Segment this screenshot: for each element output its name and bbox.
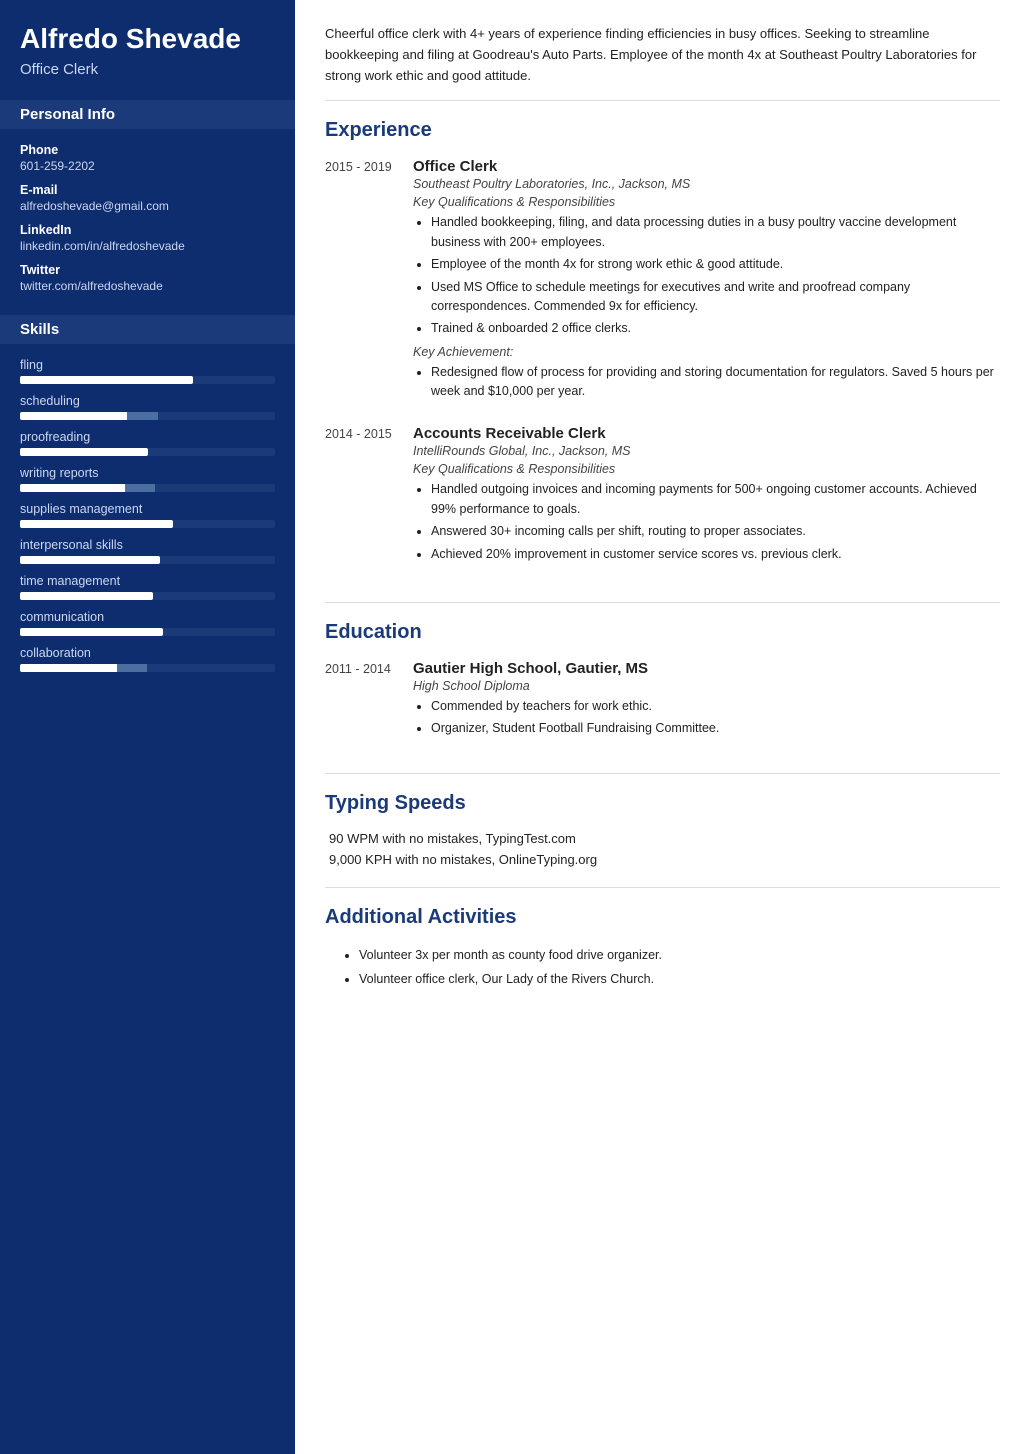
exp-job-title: Office Clerk: [413, 158, 1000, 175]
skill-bar-bg: [20, 448, 275, 456]
skill-name: scheduling: [20, 394, 275, 408]
resume-container: Alfredo Shevade Office Clerk Personal In…: [0, 0, 1030, 1454]
exp-bullets: Handled bookkeeping, filing, and data pr…: [413, 213, 1000, 338]
summary: Cheerful office clerk with 4+ years of e…: [325, 24, 1000, 101]
linkedin-label: LinkedIn: [20, 223, 275, 237]
exp-qualifications-label: Key Qualifications & Responsibilities: [413, 195, 1000, 209]
skill-bar-bg: [20, 412, 275, 420]
exp-content: Office Clerk Southeast Poultry Laboratori…: [413, 158, 1000, 407]
skill-bar-bg: [20, 592, 275, 600]
twitter-value: twitter.com/alfredoshevade: [20, 279, 275, 293]
list-item: Handled outgoing invoices and incoming p…: [431, 480, 1000, 519]
edu-degree: High School Diploma: [413, 679, 1000, 693]
experience-entry: 2014 - 2015 Accounts Receivable Clerk Inte…: [325, 425, 1000, 570]
education-entry: 2011 - 2014 Gautier High School, Gautier,…: [325, 660, 1000, 745]
exp-qualifications-label: Key Qualifications & Responsibilities: [413, 462, 1000, 476]
additional-list: Volunteer 3x per month as county food dr…: [325, 945, 1000, 989]
typing-item: 90 WPM with no mistakes, TypingTest.com: [325, 831, 1000, 846]
skills-list: fling scheduling proofreading writing repor…: [20, 358, 275, 672]
edu-bullets: Commended by teachers for work ethic. Org…: [413, 697, 1000, 739]
skill-bar-fill: [20, 376, 193, 384]
edu-dates: 2011 - 2014: [325, 660, 395, 745]
email-value: alfredoshevade@gmail.com: [20, 199, 275, 213]
additional-section: Additional Activities Volunteer 3x per m…: [325, 906, 1000, 1007]
list-item: Handled bookkeeping, filing, and data pr…: [431, 213, 1000, 252]
list-item: Trained & onboarded 2 office clerks.: [431, 319, 1000, 338]
linkedin-value: linkedin.com/in/alfredoshevade: [20, 239, 275, 253]
skills-section: Skills flingschedulingproofreadingwritin…: [20, 315, 275, 672]
experience-list: 2015 - 2019 Office Clerk Southeast Poultry…: [325, 158, 1000, 570]
exp-job-title: Accounts Receivable Clerk: [413, 425, 1000, 442]
skill-name: writing reports: [20, 466, 275, 480]
list-item: Answered 30+ incoming calls per shift, r…: [431, 522, 1000, 541]
list-item: Employee of the month 4x for strong work…: [431, 255, 1000, 274]
skill-bar-bg: [20, 376, 275, 384]
skill-bar-bg: [20, 484, 275, 492]
skill-bar-bg: [20, 520, 275, 528]
sidebar: Alfredo Shevade Office Clerk Personal In…: [0, 0, 295, 1454]
candidate-name: Alfredo Shevade: [20, 24, 275, 55]
skill-name: fling: [20, 358, 275, 372]
experience-section: Experience 2015 - 2019 Office Clerk Southe…: [325, 119, 1000, 603]
additional-title: Additional Activities: [325, 906, 1000, 931]
list-item: Organizer, Student Football Fundraising …: [431, 719, 1000, 738]
candidate-title: Office Clerk: [20, 61, 275, 78]
list-item: Volunteer office clerk, Our Lady of the …: [359, 969, 1000, 989]
skill-bar-bg: [20, 664, 275, 672]
email-label: E-mail: [20, 183, 275, 197]
experience-title: Experience: [325, 119, 1000, 144]
typing-item: 9,000 KPH with no mistakes, OnlineTyping…: [325, 852, 1000, 867]
education-list: 2011 - 2014 Gautier High School, Gautier,…: [325, 660, 1000, 745]
main-content: Cheerful office clerk with 4+ years of e…: [295, 0, 1030, 1454]
typing-list: 90 WPM with no mistakes, TypingTest.com 9…: [325, 831, 1000, 867]
exp-company: Southeast Poultry Laboratories, Inc., Ja…: [413, 177, 1000, 191]
skill-bar-fill: [20, 628, 163, 636]
skill-bar-fill: [20, 556, 160, 564]
exp-content: Accounts Receivable Clerk IntelliRounds G…: [413, 425, 1000, 570]
skill-name: proofreading: [20, 430, 275, 444]
personal-info-header: Personal Info: [0, 100, 295, 129]
skill-name: supplies management: [20, 502, 275, 516]
list-item: Redesigned flow of process for providing…: [431, 363, 1000, 402]
exp-dates: 2015 - 2019: [325, 158, 395, 407]
typing-section: Typing Speeds 90 WPM with no mistakes, T…: [325, 792, 1000, 888]
phone-label: Phone: [20, 143, 275, 157]
edu-content: Gautier High School, Gautier, MS High Sch…: [413, 660, 1000, 745]
skill-bar-bg: [20, 628, 275, 636]
skill-name: collaboration: [20, 646, 275, 660]
list-item: Achieved 20% improvement in customer ser…: [431, 545, 1000, 564]
twitter-label: Twitter: [20, 263, 275, 277]
education-section: Education 2011 - 2014 Gautier High School…: [325, 621, 1000, 774]
skill-bar-bg: [20, 556, 275, 564]
skill-name: time management: [20, 574, 275, 588]
exp-company: IntelliRounds Global, Inc., Jackson, MS: [413, 444, 1000, 458]
phone-value: 601-259-2202: [20, 159, 275, 173]
edu-school: Gautier High School, Gautier, MS: [413, 660, 1000, 677]
skill-name: interpersonal skills: [20, 538, 275, 552]
exp-achievement-label: Key Achievement:: [413, 345, 1000, 359]
skills-header: Skills: [0, 315, 295, 344]
exp-achievement-bullets: Redesigned flow of process for providing…: [413, 363, 1000, 402]
skill-bar-fill: [20, 592, 153, 600]
education-title: Education: [325, 621, 1000, 646]
skill-bar-fill: [20, 520, 173, 528]
skill-name: communication: [20, 610, 275, 624]
experience-entry: 2015 - 2019 Office Clerk Southeast Poultry…: [325, 158, 1000, 407]
exp-bullets: Handled outgoing invoices and incoming p…: [413, 480, 1000, 564]
skill-bar-fill: [20, 448, 148, 456]
typing-title: Typing Speeds: [325, 792, 1000, 817]
exp-dates: 2014 - 2015: [325, 425, 395, 570]
list-item: Volunteer 3x per month as county food dr…: [359, 945, 1000, 965]
list-item: Used MS Office to schedule meetings for …: [431, 278, 1000, 317]
list-item: Commended by teachers for work ethic.: [431, 697, 1000, 716]
